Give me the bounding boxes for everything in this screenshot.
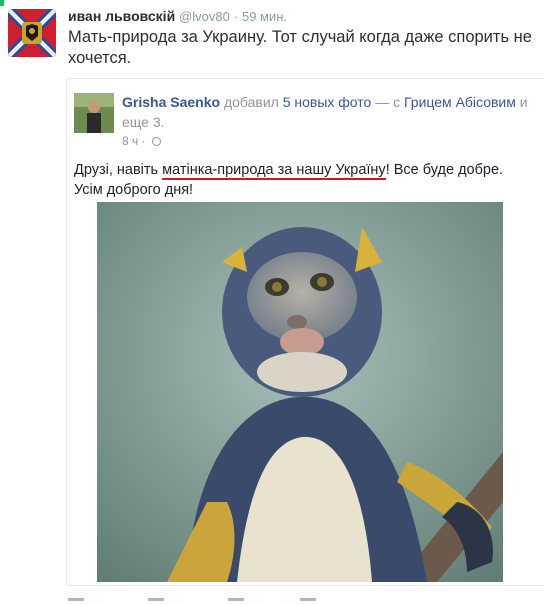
tweet-actions	[0, 596, 544, 604]
previous-tweet-cutoff	[0, 0, 544, 6]
fb-post-time[interactable]: 8 ч	[122, 134, 138, 148]
fb-text-before: Друзі, навіть	[74, 162, 163, 178]
fb-tagged-person[interactable]: Грицем Абісовим	[404, 94, 516, 110]
reply-icon	[68, 598, 84, 604]
fb-text-highlight: матінка-природа за нашу Україну	[162, 162, 386, 180]
fb-author-name[interactable]: Grisha Saenko	[122, 94, 220, 110]
retweet-indicator-bar	[0, 0, 4, 6]
monkey-photo[interactable]	[97, 202, 503, 582]
globe-icon	[151, 137, 161, 146]
meta-separator: ·	[233, 9, 239, 24]
meta-dot: ·	[141, 134, 146, 148]
fb-post-header: Grisha Saenko добавил 5 новых фото — с Г…	[122, 92, 540, 132]
fb-author-avatar[interactable]	[74, 93, 114, 133]
tweet-timestamp[interactable]: 59 мин.	[242, 9, 287, 24]
tweet-text: Мать-природа за Украину. Тот случай когд…	[68, 28, 532, 67]
fb-photos-link[interactable]: 5 новых фото	[283, 94, 372, 110]
flag-avatar-image	[8, 9, 56, 57]
fb-action-text: добавил	[223, 94, 279, 110]
retweet-icon	[148, 598, 164, 604]
author-handle[interactable]: @lvov80	[179, 9, 230, 24]
like-icon	[228, 598, 244, 604]
wolf-monkey-image	[97, 202, 503, 582]
author-avatar[interactable]	[8, 9, 56, 57]
fb-post-text: Друзі, навіть матінка-природа за нашу Ук…	[74, 160, 534, 200]
fb-with-text: — с	[375, 94, 401, 110]
person-photo-image	[74, 93, 114, 133]
more-icon	[300, 598, 316, 604]
fb-post-meta: 8 ч ·	[122, 134, 161, 148]
tweet-header: иван львовскій @lvov80 · 59 мин.	[68, 7, 287, 26]
author-name[interactable]: иван львовскій	[68, 8, 175, 24]
